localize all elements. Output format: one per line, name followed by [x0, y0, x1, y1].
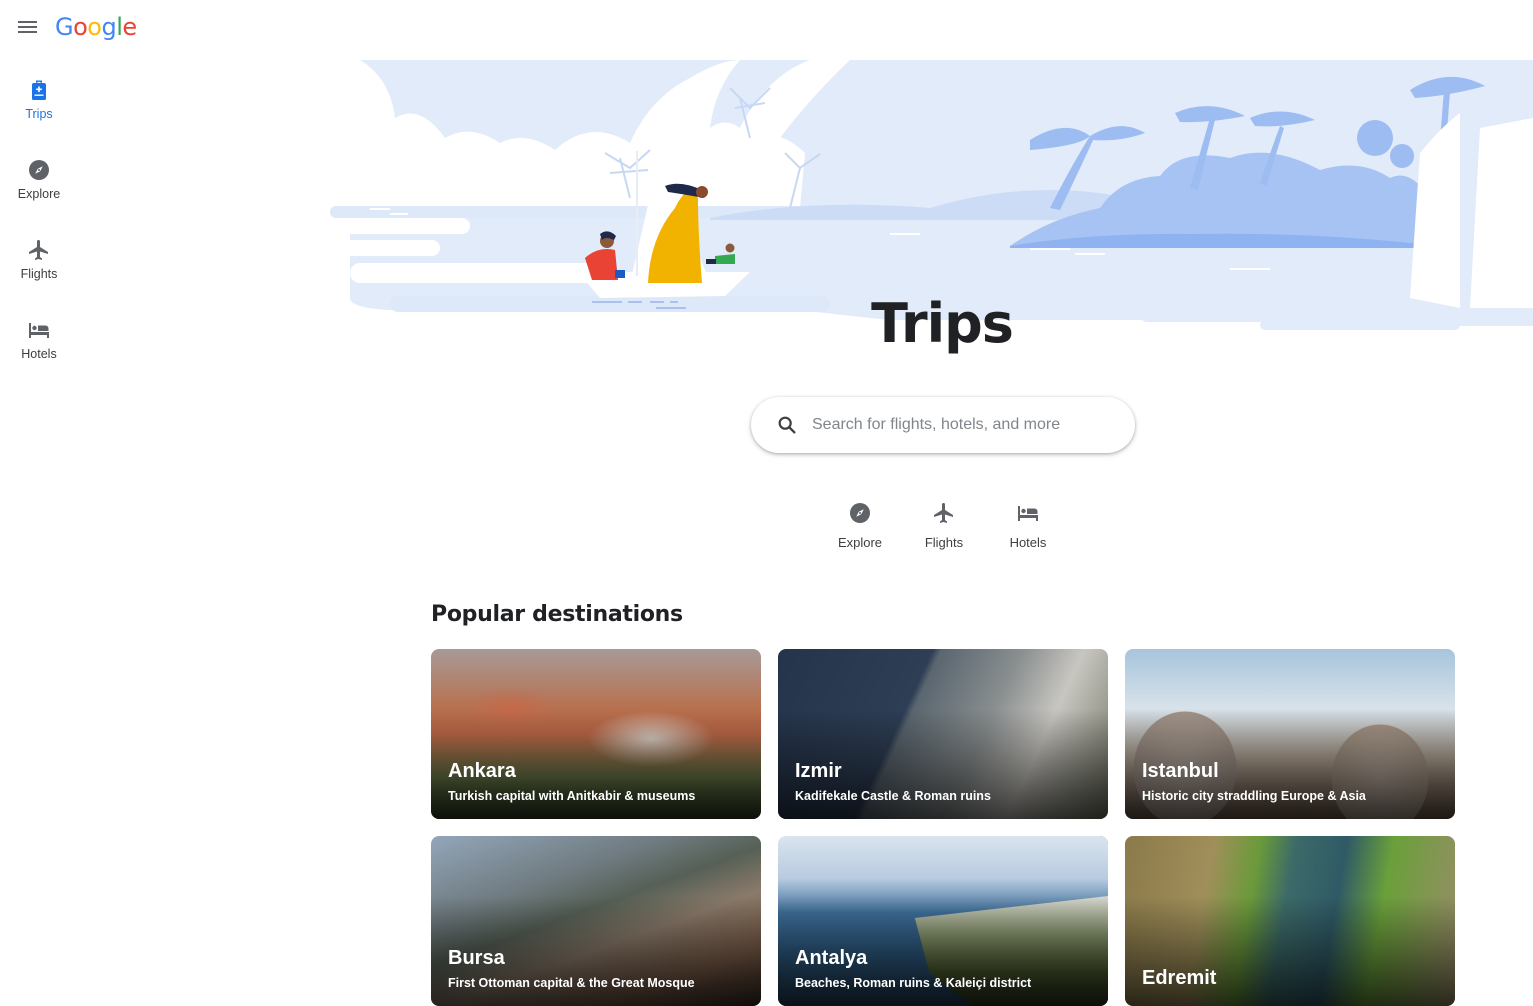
backpack-icon [32, 80, 46, 100]
destination-name: Ankara [448, 760, 516, 782]
destination-name: Izmir [795, 760, 842, 782]
hamburger-line [17, 31, 37, 33]
rail-item-hotels[interactable]: Hotels [0, 312, 78, 392]
destination-description: Turkish capital with Anitkabir & museums [448, 789, 696, 803]
bed-icon [1018, 506, 1038, 521]
logo-letter: e [122, 13, 137, 41]
destination-description: Historic city straddling Europe & Asia [1142, 789, 1366, 803]
destination-card-antalya[interactable]: Antalya Beaches, Roman ruins & Kaleiçi d… [778, 836, 1108, 1006]
quick-link-label: Hotels [1009, 535, 1047, 550]
rail-item-explore[interactable]: Explore [0, 152, 78, 232]
bed-icon [29, 323, 49, 338]
quick-link-explore[interactable]: Explore [818, 498, 902, 550]
popular-destinations-heading: Popular destinations [431, 602, 683, 627]
destination-description: Kadifekale Castle & Roman ruins [795, 789, 991, 803]
logo-letter: G [55, 13, 74, 41]
destination-card-bursa[interactable]: Bursa First Ottoman capital & the Great … [431, 836, 761, 1006]
rail-item-trips[interactable]: Trips [0, 72, 78, 152]
rail-item-label: Flights [20, 267, 58, 281]
quick-link-flights[interactable]: Flights [902, 498, 986, 550]
rail-item-label: Explore [17, 187, 61, 201]
rail-item-flights[interactable]: Flights [0, 232, 78, 312]
destination-card-edremit[interactable]: Edremit [1125, 836, 1455, 1006]
destination-card-izmir[interactable]: Izmir Kadifekale Castle & Roman ruins [778, 649, 1108, 819]
quick-link-label: Explore [837, 535, 883, 550]
destination-name: Istanbul [1142, 760, 1219, 782]
quick-link-label: Flights [924, 535, 964, 550]
destination-name: Antalya [795, 947, 868, 969]
destination-name: Edremit [1142, 967, 1217, 989]
logo-letter: o [73, 13, 88, 41]
compass-icon [29, 160, 49, 180]
destination-card-ankara[interactable]: Ankara Turkish capital with Anitkabir & … [431, 649, 761, 819]
hamburger-menu-icon [17, 21, 37, 23]
top-bar: Google [0, 0, 300, 58]
search-icon[interactable] [776, 414, 798, 436]
search-input[interactable] [812, 416, 1112, 434]
airplane-icon [29, 240, 48, 260]
rail-item-label: Hotels [21, 347, 57, 361]
quick-link-hotels[interactable]: Hotels [986, 498, 1070, 550]
destination-description: Beaches, Roman ruins & Kaleiçi district [795, 976, 1032, 990]
logo-letter: g [101, 13, 117, 41]
destination-name: Bursa [448, 947, 505, 969]
page-title: Trips [871, 292, 1014, 355]
google-logo[interactable]: Google [55, 13, 137, 41]
destinations-grid: Ankara Turkish capital with Anitkabir & … [431, 649, 1455, 1006]
airplane-icon [934, 503, 953, 523]
rail-item-label: Trips [25, 107, 53, 121]
main-menu-button[interactable] [14, 17, 40, 41]
search-box[interactable] [751, 397, 1135, 453]
destination-card-istanbul[interactable]: Istanbul Historic city straddling Europe… [1125, 649, 1455, 819]
compass-icon [850, 503, 870, 523]
logo-letter: o [87, 13, 102, 41]
navigation-rail: Trips Explore Flights Hotels [0, 72, 78, 392]
hamburger-line [17, 26, 37, 28]
destination-description: First Ottoman capital & the Great Mosque [448, 976, 695, 990]
quick-links: Explore Flights Hotels [818, 498, 1070, 550]
